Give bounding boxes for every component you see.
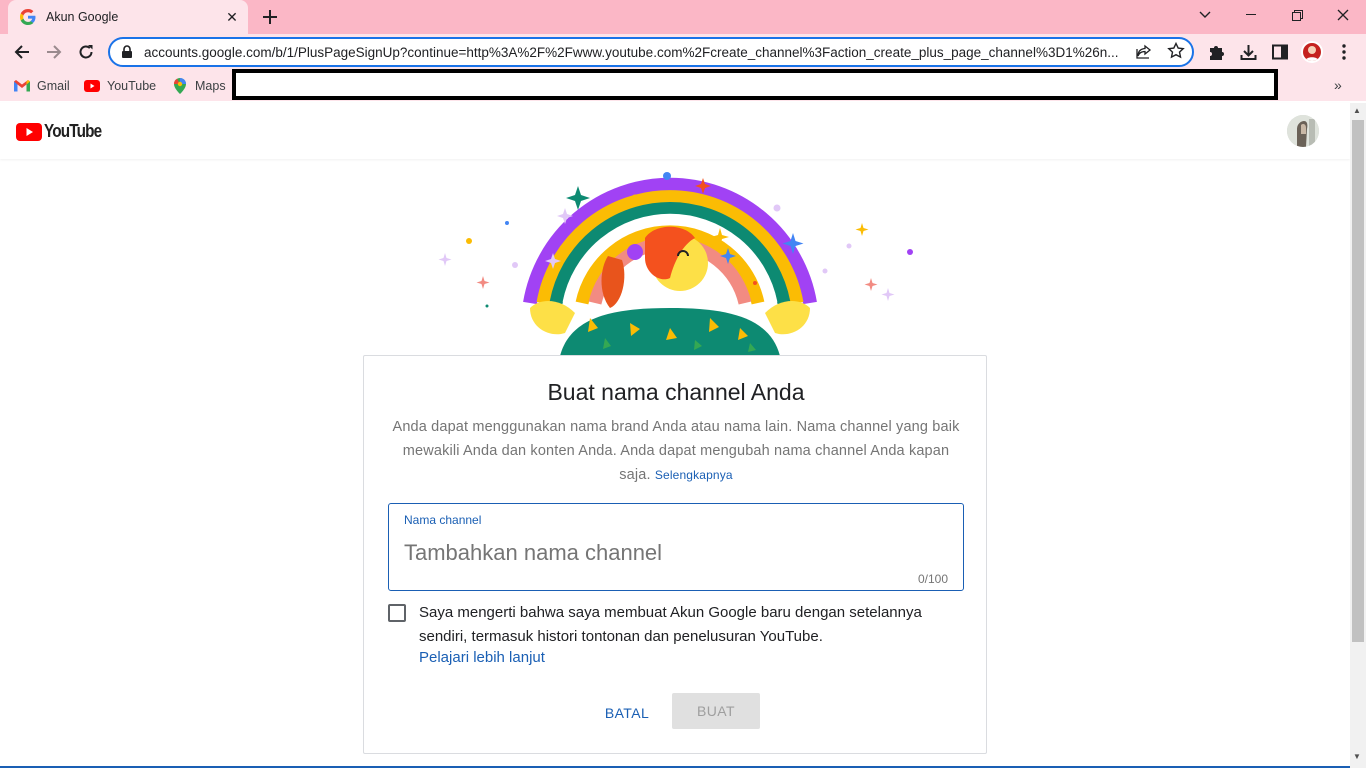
character-counter: 0/100 (917, 572, 948, 586)
downloads-button[interactable] (1238, 42, 1258, 62)
minimize-button[interactable] (1228, 0, 1274, 30)
scroll-down-icon[interactable]: ▼ (1353, 752, 1361, 761)
google-icon (20, 9, 36, 25)
tab-strip: Akun Google ✕ (0, 0, 1366, 34)
cancel-button[interactable]: BATAL (592, 695, 662, 731)
create-button[interactable]: BUAT (672, 693, 760, 729)
redacted-bookmarks-area (232, 69, 1278, 100)
user-photo-icon (1287, 115, 1319, 147)
minimize-icon (1246, 14, 1256, 15)
close-icon (1337, 9, 1349, 21)
browser-tab[interactable]: Akun Google ✕ (8, 0, 248, 34)
bookmarks-overflow-button[interactable]: » (1334, 77, 1342, 93)
bookmark-label: Maps (195, 79, 226, 93)
acknowledge-text: Saya mengerti bahwa saya membuat Akun Go… (419, 604, 922, 645)
puzzle-icon (1209, 45, 1224, 60)
card-title: Buat nama channel Anda (547, 379, 805, 405)
youtube-icon (84, 80, 100, 92)
create-channel-card: Buat nama channel Anda Anda dapat menggu… (363, 355, 987, 754)
profile-person-icon (1305, 46, 1319, 61)
learn-more-link-2[interactable]: Pelajari lebih lanjut (419, 649, 545, 666)
extensions-button[interactable] (1206, 42, 1226, 62)
rainbow-illustration (438, 172, 913, 356)
more-vertical-icon (1342, 44, 1346, 60)
tab-title: Akun Google (46, 10, 119, 24)
restore-button[interactable] (1274, 0, 1320, 30)
back-button[interactable] (8, 38, 36, 66)
chevron-down-icon (1199, 11, 1211, 18)
browser-toolbar: accounts.google.com/b/1/PlusPageSignUp?c… (0, 34, 1366, 70)
youtube-header (0, 103, 1350, 159)
channel-name-label: Nama channel (404, 513, 482, 527)
youtube-logo[interactable]: YouTube (16, 121, 111, 142)
lock-icon (122, 45, 132, 58)
side-panel-button[interactable] (1270, 42, 1290, 62)
channel-name-input[interactable] (404, 540, 944, 566)
bookmark-label: YouTube (107, 79, 157, 93)
close-window-button[interactable] (1320, 0, 1366, 30)
share-icon[interactable] (1135, 43, 1153, 61)
youtube-logo-text: YouTube (44, 121, 102, 141)
url-text: accounts.google.com/b/1/PlusPageSignUp?c… (144, 44, 1119, 60)
bookmark-youtube[interactable]: YouTube (84, 76, 156, 96)
bookmark-label: Gmail (37, 79, 70, 93)
download-icon (1240, 44, 1256, 60)
profile-avatar[interactable] (1301, 41, 1323, 63)
address-bar[interactable]: accounts.google.com/b/1/PlusPageSignUp?c… (108, 37, 1194, 67)
youtube-play-icon (16, 122, 42, 141)
plus-icon (263, 10, 277, 24)
close-tab-icon[interactable]: ✕ (220, 5, 244, 29)
account-avatar[interactable] (1287, 115, 1319, 147)
reload-icon (79, 45, 93, 59)
restore-icon (1291, 9, 1303, 21)
gmail-icon (14, 80, 30, 92)
maps-icon (174, 78, 186, 94)
arrow-left-icon (14, 45, 29, 59)
tab-search-button[interactable] (1182, 0, 1228, 30)
new-tab-button[interactable] (258, 5, 282, 29)
scrollbar-thumb[interactable] (1352, 120, 1364, 642)
bookmark-maps[interactable]: Maps (172, 76, 226, 96)
channel-name-field[interactable]: Nama channel 0/100 (388, 503, 964, 591)
card-description: Anda dapat menggunakan nama brand Anda a… (392, 415, 960, 487)
forward-button[interactable] (40, 38, 68, 66)
bookmark-gmail[interactable]: Gmail (14, 76, 70, 96)
side-panel-icon (1272, 44, 1288, 60)
learn-more-link[interactable]: Selengkapnya (655, 468, 733, 482)
reload-button[interactable] (72, 38, 100, 66)
scroll-up-icon[interactable]: ▲ (1353, 106, 1361, 115)
acknowledge-checkbox[interactable] (388, 604, 406, 622)
chrome-menu-button[interactable] (1334, 42, 1354, 62)
arrow-right-icon (47, 45, 62, 59)
bookmark-star-icon[interactable] (1167, 42, 1185, 60)
